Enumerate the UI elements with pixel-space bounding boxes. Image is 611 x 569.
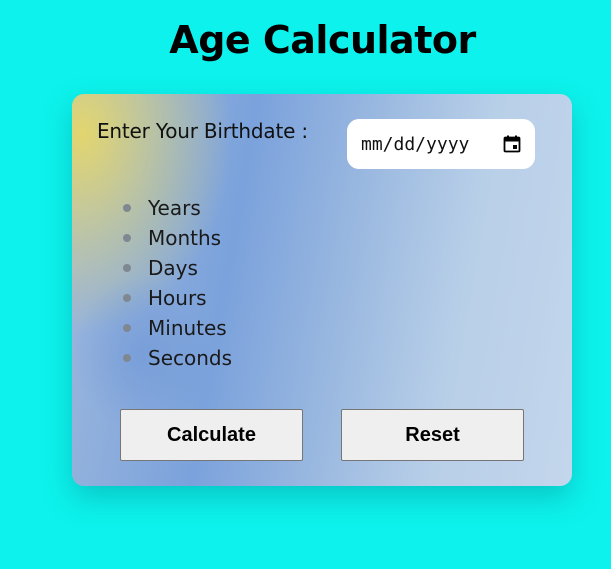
page-title: Age Calculator — [169, 18, 476, 62]
birthdate-input[interactable]: mm/dd/yyyy — [347, 119, 535, 169]
list-item-minutes: Minutes — [122, 313, 232, 343]
bullet-icon — [123, 264, 131, 272]
reset-button[interactable]: Reset — [341, 409, 524, 461]
calculator-card: Enter Your Birthdate : mm/dd/yyyy Years … — [72, 94, 572, 486]
list-item-hours: Hours — [122, 283, 232, 313]
bullet-icon — [123, 204, 131, 212]
birthdate-row: Enter Your Birthdate : — [97, 119, 308, 143]
bullet-icon — [123, 324, 131, 332]
bullet-icon — [123, 354, 131, 362]
birthdate-label: Enter Your Birthdate : — [97, 119, 308, 143]
list-item-seconds: Seconds — [122, 343, 232, 373]
result-units-list: Years Months Days Hours Minutes Seconds — [122, 193, 232, 373]
birthdate-placeholder[interactable]: mm/dd/yyyy — [361, 134, 469, 155]
calculate-button[interactable]: Calculate — [120, 409, 303, 461]
bullet-icon — [123, 294, 131, 302]
bullet-icon — [123, 234, 131, 242]
list-item-days: Days — [122, 253, 232, 283]
list-item-years: Years — [122, 193, 232, 223]
calendar-icon[interactable] — [503, 135, 521, 153]
list-item-months: Months — [122, 223, 232, 253]
